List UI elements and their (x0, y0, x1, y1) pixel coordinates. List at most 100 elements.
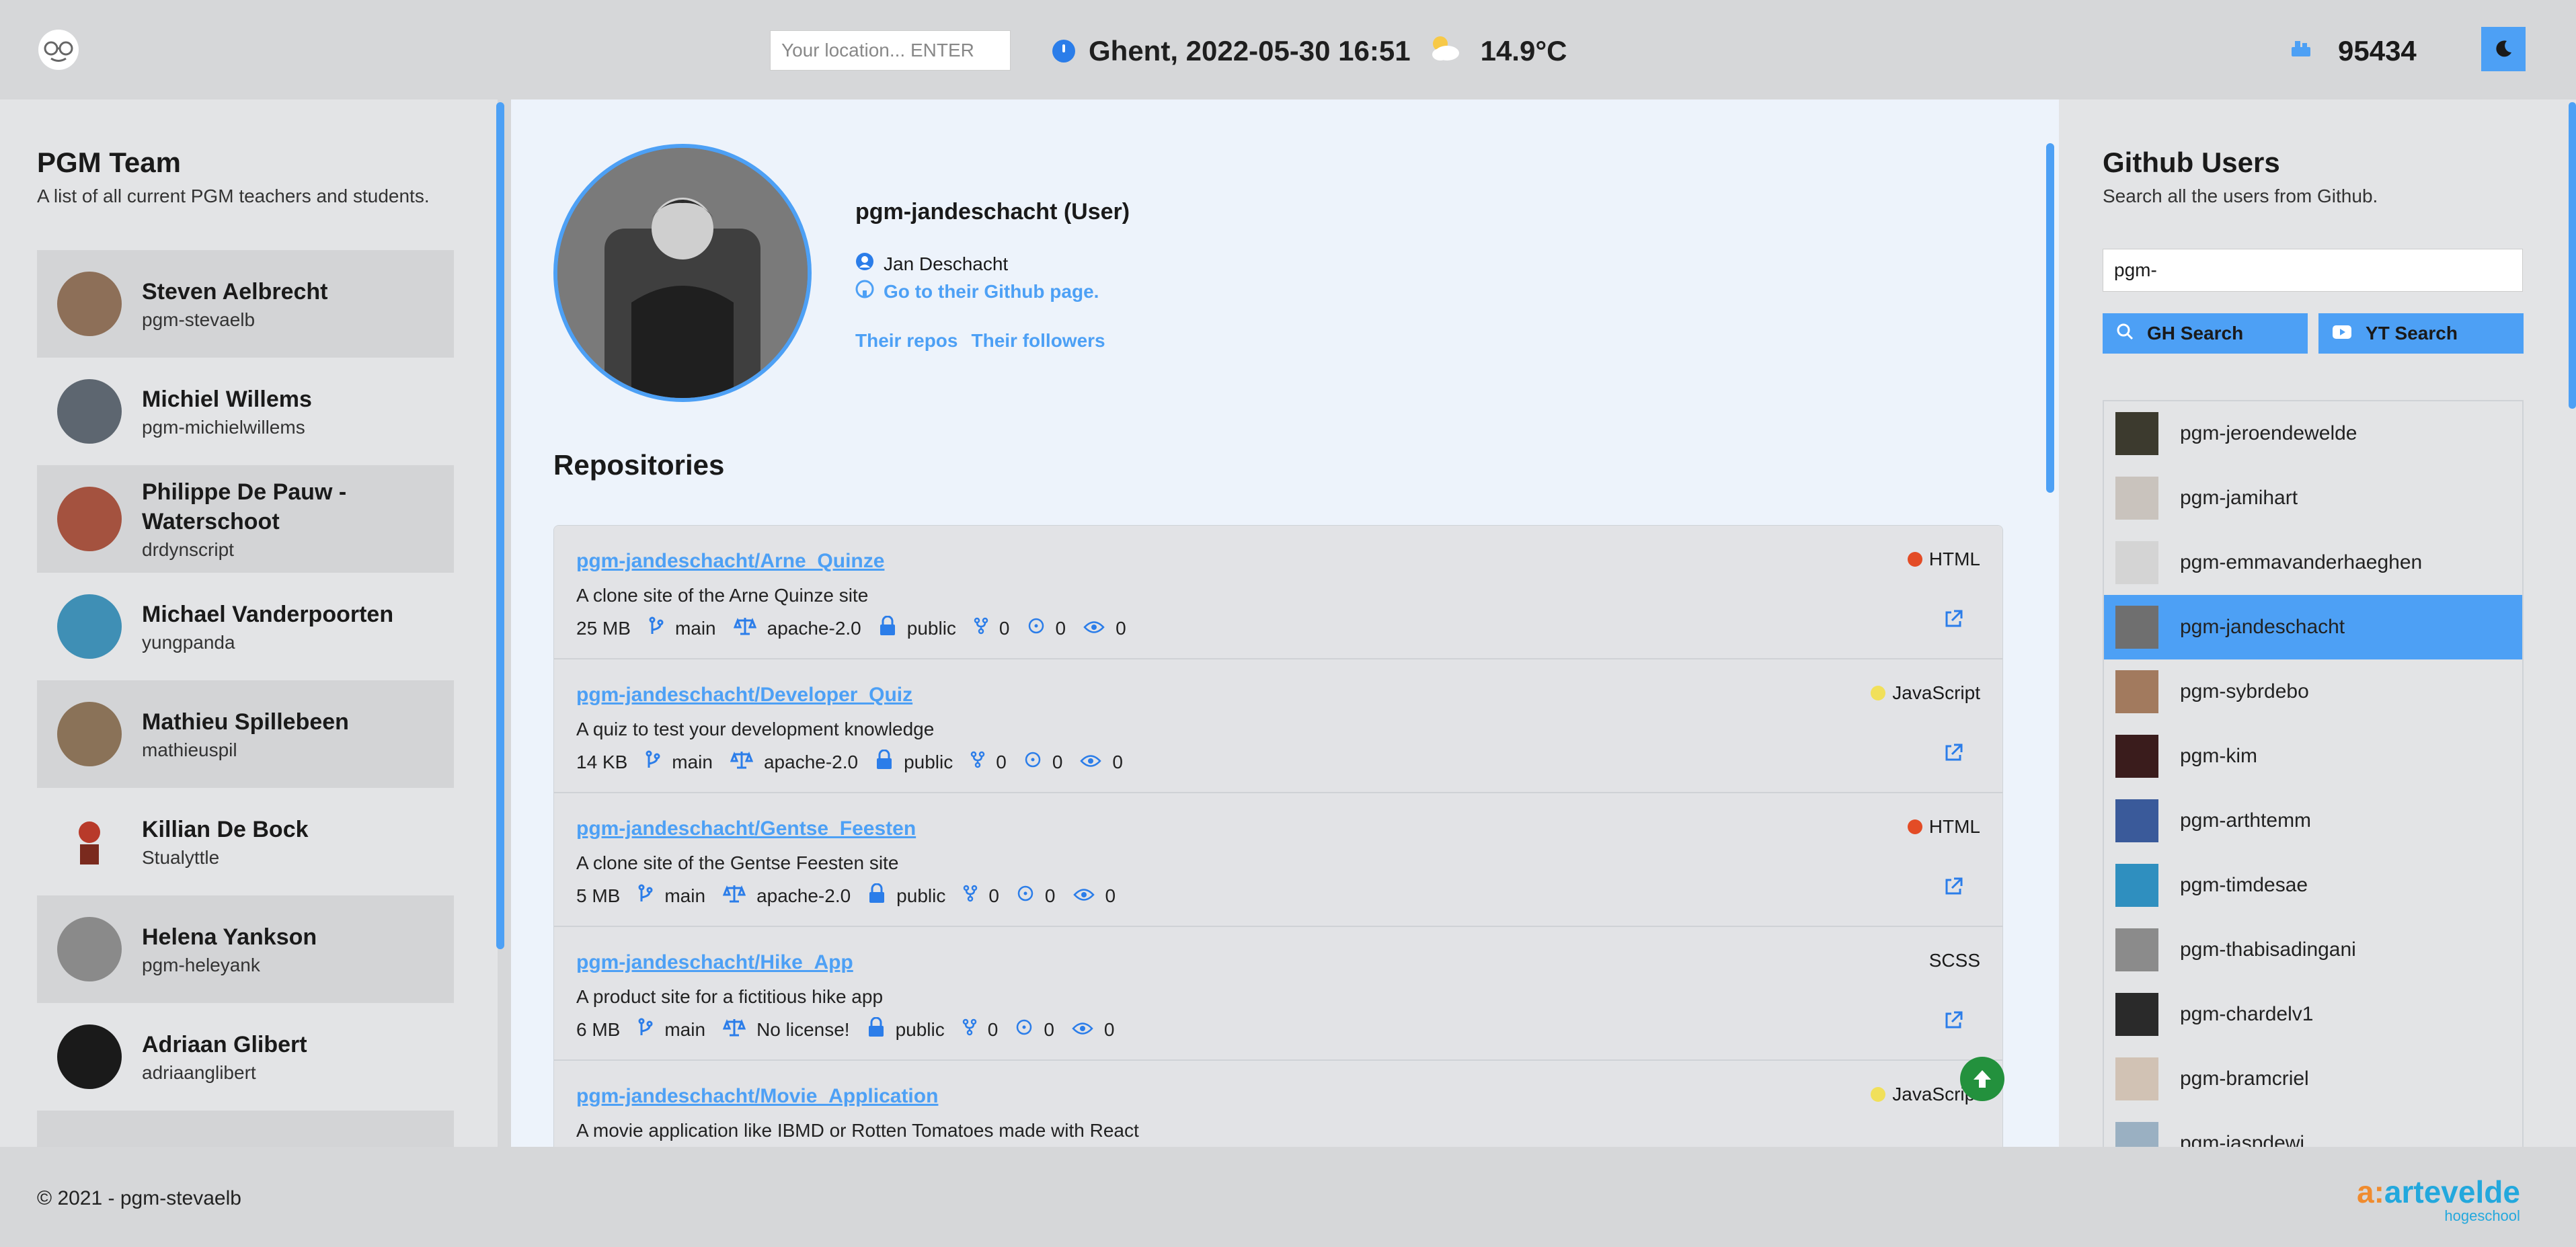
repo-name-link[interactable]: pgm-jandeschacht/Movie_Application (576, 1085, 1980, 1108)
yt-search-label: YT Search (2366, 323, 2458, 344)
issue-icon (1027, 617, 1045, 639)
repository-card: pgm-jandeschacht/Movie_Application A mov… (554, 1061, 2002, 1147)
repository-card: pgm-jandeschacht/Gentse_Feesten A clone … (554, 793, 2002, 927)
list-item[interactable]: pgm-emmavanderhaeghen (2104, 530, 2522, 595)
license-scale-icon (730, 750, 754, 774)
repo-issues: 0 (1052, 751, 1063, 772)
list-item[interactable]: pgm-jeroendewelde (2104, 401, 2522, 466)
dark-mode-toggle[interactable] (2481, 27, 2526, 71)
avatar (2115, 477, 2158, 520)
repo-name-link[interactable]: pgm-jandeschacht/Gentse_Feesten (576, 817, 1980, 840)
repository-card: pgm-jandeschacht/Developer_Quiz A quiz t… (554, 659, 2002, 793)
repo-watchers: 0 (1105, 885, 1116, 906)
repository-list: pgm-jandeschacht/Arne_Quinze A clone sit… (553, 525, 2003, 1147)
avatar (2115, 606, 2158, 649)
repo-language: JavaScript (1871, 682, 1980, 704)
license-scale-icon (722, 1018, 746, 1041)
list-item-active[interactable]: pgm-jandeschacht (2104, 595, 2522, 659)
avatar (57, 272, 122, 336)
repo-name-link[interactable]: pgm-jandeschacht/Hike_App (576, 951, 1980, 974)
team-member[interactable] (37, 1111, 454, 1147)
github-page-link[interactable]: Go to their Github page. (884, 281, 1099, 303)
list-item[interactable]: pgm-jaspdewi (2104, 1111, 2522, 1147)
repo-name-link[interactable]: pgm-jandeschacht/Arne_Quinze (576, 550, 1980, 573)
external-link-icon[interactable] (1943, 743, 1963, 766)
avatar (57, 1024, 122, 1089)
lock-icon (879, 615, 896, 641)
list-item[interactable]: pgm-jamihart (2104, 466, 2522, 530)
member-handle: pgm-michielwillems (142, 417, 305, 438)
team-member[interactable]: Philippe De Pauw - Waterschoot drdynscrip… (37, 465, 454, 573)
avatar (2115, 412, 2158, 455)
visitor-counter: 95434 (2290, 32, 2417, 70)
lock-icon (875, 749, 893, 774)
search-icon (2116, 323, 2134, 345)
artevelde-logo[interactable]: a:artevelde hogeschool (2357, 1174, 2520, 1225)
list-item[interactable]: pgm-arthtemm (2104, 789, 2522, 853)
user-icon (855, 252, 874, 276)
eye-icon (1080, 752, 1102, 773)
clock-icon (1052, 40, 1075, 63)
branch-icon (637, 884, 654, 908)
weather-widget: Ghent, 2022-05-30 16:51 14.9°C (1052, 32, 1567, 70)
list-item[interactable]: pgm-timdesae (2104, 853, 2522, 918)
repos-link[interactable]: Their repos (855, 330, 958, 352)
team-member[interactable]: Michael Vanderpoorten yungpanda (37, 573, 454, 680)
followers-link[interactable]: Their followers (971, 330, 1105, 352)
external-link-icon[interactable] (1943, 877, 1963, 900)
member-handle: pgm-heleyank (142, 955, 260, 975)
avatar (2115, 670, 2158, 713)
repo-description: A movie application like IBMD or Rotten … (576, 1120, 1139, 1141)
branch-icon (645, 750, 661, 774)
list-item[interactable]: pgm-kim (2104, 724, 2522, 789)
avatar (2115, 541, 2158, 584)
fork-icon (963, 885, 978, 907)
team-member[interactable]: Helena Yankson pgm-heleyank (37, 895, 454, 1003)
partly-cloudy-icon (1427, 33, 1462, 69)
repo-license: apache-2.0 (756, 885, 851, 906)
profile-full-name: Jan Deschacht (884, 253, 1009, 274)
list-item[interactable]: pgm-bramcriel (2104, 1047, 2522, 1111)
github-users-title: Github Users (2103, 147, 2280, 178)
yt-search-button[interactable]: YT Search (2318, 313, 2524, 354)
team-member[interactable]: Michiel Willems pgm-michielwillems (37, 358, 454, 465)
main-scrollbar[interactable] (2046, 143, 2054, 493)
profile-username: pgm-jandeschacht (User) (855, 199, 1130, 225)
member-name: Adriaan Glibert (142, 1032, 307, 1057)
avatar (2115, 928, 2158, 971)
team-member[interactable]: Steven Aelbrecht pgm-stevaelb (37, 250, 454, 358)
repo-watchers: 0 (1112, 751, 1123, 772)
glasses-logo-icon[interactable] (37, 28, 80, 71)
counter-icon (2290, 35, 2312, 67)
repo-description: A product site for a fictitious hike app (576, 986, 884, 1007)
external-link-icon[interactable] (1943, 1010, 1963, 1034)
repo-visibility: public (904, 751, 953, 772)
repo-language: HTML (1907, 816, 1980, 838)
repo-name-link[interactable]: pgm-jandeschacht/Developer_Quiz (576, 684, 1980, 707)
external-link-icon[interactable] (1943, 609, 1963, 633)
github-search-input[interactable] (2103, 249, 2523, 292)
list-item[interactable]: pgm-chardelv1 (2104, 982, 2522, 1047)
github-icon (855, 280, 874, 303)
gh-search-button[interactable]: GH Search (2103, 313, 2308, 354)
repo-forks: 0 (999, 617, 1010, 639)
gh-search-label: GH Search (2147, 323, 2244, 344)
member-handle: pgm-stevaelb (142, 309, 256, 330)
users-scrollbar[interactable] (2569, 102, 2576, 409)
team-member[interactable]: Adriaan Glibert adriaanglibert (37, 1003, 454, 1111)
list-item[interactable]: pgm-sybrdebo (2104, 659, 2522, 724)
location-input[interactable] (770, 30, 1011, 71)
branch-icon (648, 616, 664, 640)
profile-info: pgm-jandeschacht (User) Jan Deschacht Go… (855, 199, 1130, 352)
member-handle: adriaanglibert (142, 1062, 256, 1083)
eye-icon (1072, 1019, 1093, 1041)
team-member[interactable]: Mathieu Spillebeen mathieuspil (37, 680, 454, 788)
github-user-list: pgm-jeroendewelde pgm-jamihart pgm-emmav… (2103, 400, 2524, 1147)
repo-size: 5 MB (576, 885, 621, 906)
team-member[interactable]: Killian De Bock Stualyttle (37, 788, 454, 895)
avatar (2115, 1122, 2158, 1147)
team-scrollbar[interactable] (496, 102, 504, 949)
scroll-to-top-button[interactable] (1960, 1057, 2004, 1101)
lock-icon (867, 1016, 885, 1042)
list-item[interactable]: pgm-thabisadingani (2104, 918, 2522, 982)
